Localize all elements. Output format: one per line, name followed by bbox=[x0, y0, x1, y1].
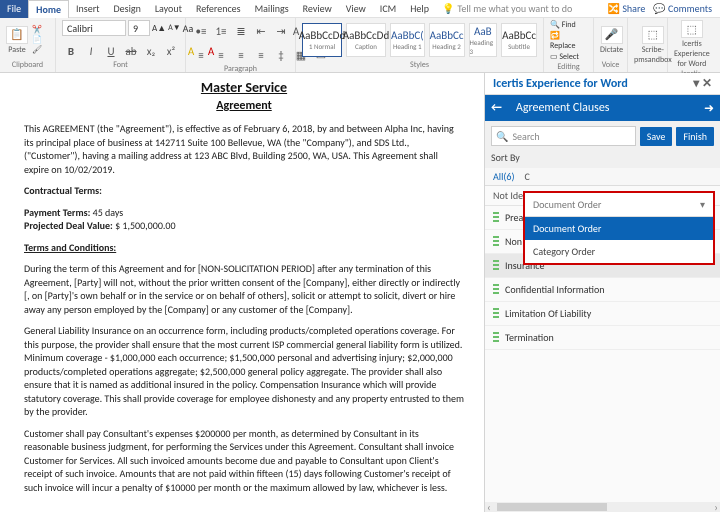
terms-conditions-heading: Terms and Conditions: bbox=[24, 241, 464, 255]
doc-p3: Customer shall pay Consultant's expenses… bbox=[24, 427, 464, 495]
chevron-down-icon: ▾ bbox=[700, 198, 705, 211]
icertis-task-pane: Icertis Experience for Word ▾ ✕ ← Agreem… bbox=[484, 73, 720, 512]
tab-icm[interactable]: ICM bbox=[373, 0, 403, 18]
save-button[interactable]: Save bbox=[640, 127, 673, 146]
dictate-button[interactable]: 🎤Dictate bbox=[600, 26, 623, 55]
ribbon: 📋Paste ✂️📄🖌 Clipboard Calibri 9 A▲ A▼ Aa… bbox=[0, 18, 720, 73]
tab-insert[interactable]: Insert bbox=[69, 0, 107, 18]
pane-header: ← Agreement Clauses ➜ bbox=[485, 95, 720, 121]
indent-dec-button[interactable]: ⇤ bbox=[252, 22, 270, 40]
drag-grip-icon[interactable] bbox=[493, 284, 499, 296]
align-center-button[interactable]: ≡ bbox=[212, 46, 230, 64]
tell-me-search[interactable]: 💡 Tell me what you want to do bbox=[442, 2, 572, 15]
document-canvas[interactable]: Master Service Agreement This AGREEMENT … bbox=[0, 73, 484, 512]
menu-bar: File Home Insert Design Layout Reference… bbox=[0, 0, 720, 18]
group-styles: Styles bbox=[302, 60, 537, 70]
clause-item[interactable]: Limitation Of Liability bbox=[485, 302, 720, 326]
subscript-button[interactable]: x₂ bbox=[142, 42, 160, 60]
format-painter-button[interactable]: ✂️📄🖌 bbox=[32, 25, 42, 55]
tab-references[interactable]: References bbox=[189, 0, 248, 18]
font-size-select[interactable]: 9 bbox=[128, 20, 150, 36]
share-button[interactable]: 🔀 Share bbox=[608, 2, 646, 15]
justify-button[interactable]: ≡ bbox=[252, 46, 270, 64]
paste-button[interactable]: 📋Paste bbox=[6, 26, 28, 55]
doc-intro: This AGREEMENT (the "Agreement"), is eff… bbox=[24, 122, 464, 176]
contractual-terms-heading: Contractual Terms: bbox=[24, 184, 464, 198]
doc-title-2: Agreement bbox=[24, 98, 464, 114]
drag-grip-icon[interactable] bbox=[493, 236, 499, 248]
drag-grip-icon[interactable] bbox=[493, 308, 499, 320]
tab-review[interactable]: Review bbox=[296, 0, 339, 18]
sort-option-document-order[interactable]: Document Order bbox=[525, 217, 713, 240]
style-caption[interactable]: AaBbCcDdCaption bbox=[346, 23, 386, 57]
clause-tab-all[interactable]: All(6) bbox=[493, 170, 515, 183]
bullets-button[interactable]: •≡ bbox=[192, 22, 210, 40]
style-subtitle[interactable]: AaBbCcSubtitle bbox=[501, 23, 537, 57]
tab-file[interactable]: File bbox=[0, 0, 28, 18]
multilevel-button[interactable]: ≣ bbox=[232, 22, 250, 40]
bold-button[interactable]: B bbox=[62, 42, 80, 60]
tab-home[interactable]: Home bbox=[28, 0, 69, 18]
clause-item[interactable]: Termination bbox=[485, 326, 720, 350]
group-clipboard: Clipboard bbox=[6, 60, 49, 70]
pane-title: Icertis Experience for Word ▾ ✕ bbox=[485, 73, 720, 95]
group-editing: Editing bbox=[550, 62, 587, 72]
superscript-button[interactable]: x² bbox=[162, 42, 180, 60]
tab-design[interactable]: Design bbox=[107, 0, 148, 18]
font-name-select[interactable]: Calibri bbox=[62, 20, 126, 36]
forward-icon[interactable]: ➜ bbox=[704, 101, 714, 116]
doc-p1: During the term of this Agreement and fo… bbox=[24, 262, 464, 316]
sort-by-label: Sort By bbox=[491, 151, 520, 164]
projected-deal-label: Projected Deal Value: bbox=[24, 219, 113, 232]
tab-mailings[interactable]: Mailings bbox=[248, 0, 296, 18]
pane-menu-icon[interactable]: ▾ ✕ bbox=[693, 76, 712, 91]
doc-p2: General Liability Insurance on an occurr… bbox=[24, 324, 464, 419]
style-heading-2[interactable]: AaBbCcHeading 2 bbox=[429, 23, 465, 57]
payment-terms-label: Payment Terms: bbox=[24, 206, 90, 219]
tab-view[interactable]: View bbox=[339, 0, 373, 18]
indent-inc-button[interactable]: ⇥ bbox=[272, 22, 290, 40]
search-icon: 🔍 bbox=[496, 130, 508, 143]
tab-layout[interactable]: Layout bbox=[148, 0, 189, 18]
drag-grip-icon[interactable] bbox=[493, 260, 499, 272]
replace-button[interactable]: 🔁 Replace bbox=[550, 31, 587, 51]
sort-dropdown: Document Order▾ Document Order Category … bbox=[523, 191, 715, 265]
line-spacing-button[interactable]: ‡ bbox=[272, 46, 290, 64]
strike-button[interactable]: ab bbox=[122, 42, 140, 60]
clause-item[interactable]: Confidential Information bbox=[485, 278, 720, 302]
clause-search-input[interactable]: 🔍 Search bbox=[491, 126, 636, 146]
underline-button[interactable]: U bbox=[102, 42, 120, 60]
doc-title-1: Master Service bbox=[24, 79, 464, 98]
numbering-button[interactable]: 1≡ bbox=[212, 22, 230, 40]
projected-deal-value: $ 1,500,000.00 bbox=[113, 219, 176, 232]
comments-button[interactable]: 💬 Comments bbox=[653, 2, 712, 15]
drag-grip-icon[interactable] bbox=[493, 212, 499, 224]
clause-tab-c[interactable]: C bbox=[525, 170, 530, 183]
icertis-addin-button[interactable]: ⬚Icertis Experience for Word bbox=[674, 20, 710, 69]
find-button[interactable]: 🔍 Find bbox=[550, 20, 576, 30]
shrink-font-icon[interactable]: A▼ bbox=[168, 23, 181, 33]
back-icon[interactable]: ← bbox=[491, 101, 502, 115]
scribe-button[interactable]: ⬚Scribe- pmsandbox bbox=[634, 26, 672, 65]
pane-hscrollbar[interactable]: ‹› bbox=[485, 502, 720, 512]
align-right-button[interactable]: ≡ bbox=[232, 46, 250, 64]
align-left-button[interactable]: ≡ bbox=[192, 46, 210, 64]
sort-option-category-order[interactable]: Category Order bbox=[525, 240, 713, 263]
style-heading-1[interactable]: AaBbC(Heading 1 bbox=[390, 23, 425, 57]
grow-font-icon[interactable]: A▲ bbox=[152, 23, 166, 34]
tab-help[interactable]: Help bbox=[403, 0, 436, 18]
sort-selected[interactable]: Document Order▾ bbox=[525, 193, 713, 217]
group-font: Font bbox=[62, 60, 179, 70]
lightbulb-icon: 💡 bbox=[442, 2, 454, 15]
style-heading-3[interactable]: AaBHeading 3 bbox=[469, 23, 498, 57]
payment-terms-value: 45 days bbox=[90, 206, 123, 219]
drag-grip-icon[interactable] bbox=[493, 332, 499, 344]
italic-button[interactable]: I bbox=[82, 42, 100, 60]
group-voice: Voice bbox=[600, 60, 621, 70]
style-1-normal[interactable]: AaBbCcDd1 Normal bbox=[302, 23, 342, 57]
select-button[interactable]: ▭ Select bbox=[550, 52, 579, 62]
finish-button[interactable]: Finish bbox=[676, 127, 714, 146]
